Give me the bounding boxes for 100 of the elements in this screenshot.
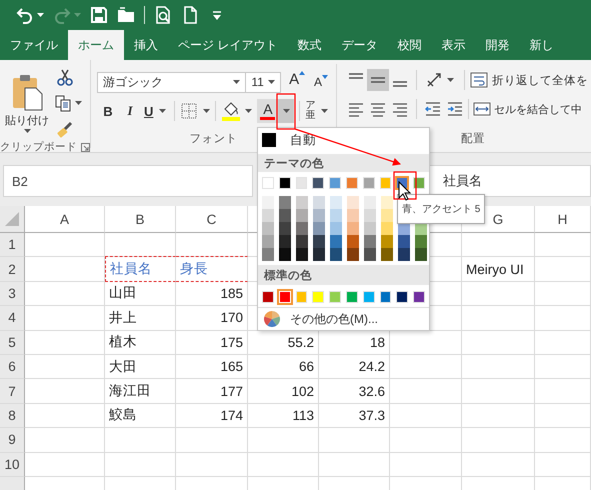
color-swatch[interactable]: [346, 291, 358, 303]
color-swatch[interactable]: [415, 235, 427, 248]
grow-font-button[interactable]: A: [286, 71, 308, 93]
color-swatch[interactable]: [413, 291, 425, 303]
more-colors-option[interactable]: その他の色(M)...: [258, 307, 429, 330]
color-swatch[interactable]: [262, 248, 274, 261]
font-size-field[interactable]: 11: [245, 72, 282, 92]
color-swatch[interactable]: [296, 177, 308, 189]
color-swatch[interactable]: [296, 291, 308, 303]
color-swatch[interactable]: [364, 222, 376, 235]
color-swatch[interactable]: [398, 235, 410, 248]
color-swatch[interactable]: [313, 248, 325, 261]
ribbon-tab[interactable]: ファイル: [0, 30, 68, 60]
row-header[interactable]: 8: [0, 404, 25, 428]
color-swatch[interactable]: [380, 291, 392, 303]
ribbon-tab[interactable]: ページ レイアウト: [168, 30, 288, 60]
color-swatch[interactable]: [313, 222, 325, 235]
automatic-color-option[interactable]: 自動: [258, 128, 429, 152]
row-header[interactable]: 7: [0, 379, 25, 404]
merge-center-button[interactable]: セルを結合して中: [473, 98, 582, 120]
color-swatch[interactable]: [381, 209, 393, 222]
color-swatch[interactable]: [278, 177, 291, 189]
print-preview-button[interactable]: [154, 6, 172, 24]
open-button[interactable]: [117, 6, 135, 24]
color-swatch[interactable]: [347, 196, 359, 209]
color-swatch[interactable]: [296, 222, 308, 235]
color-swatch[interactable]: [347, 235, 359, 248]
column-header[interactable]: C: [176, 206, 248, 233]
color-swatch[interactable]: [364, 209, 376, 222]
color-swatch[interactable]: [347, 248, 359, 261]
color-swatch[interactable]: [312, 177, 324, 189]
row-header[interactable]: 3: [0, 282, 25, 306]
color-swatch[interactable]: [364, 196, 376, 209]
color-swatch[interactable]: [347, 209, 359, 222]
wrap-text-button[interactable]: 折り返して全体を: [470, 69, 588, 91]
color-swatch[interactable]: [279, 222, 291, 235]
row-header[interactable]: 5: [0, 330, 25, 355]
color-swatch[interactable]: [330, 209, 342, 222]
column-header[interactable]: H: [535, 206, 591, 233]
paste-button[interactable]: 貼り付け: [3, 64, 51, 140]
font-color-dropdown-button[interactable]: [278, 99, 294, 123]
color-swatch[interactable]: [279, 196, 291, 209]
color-swatch[interactable]: [330, 222, 342, 235]
ribbon-tab[interactable]: 校閲: [387, 30, 432, 60]
column-header[interactable]: B: [105, 206, 176, 233]
color-swatch[interactable]: [380, 177, 392, 189]
bold-button[interactable]: B: [97, 100, 119, 122]
row-header[interactable]: 4: [0, 306, 25, 331]
color-swatch[interactable]: [330, 248, 342, 261]
color-swatch[interactable]: [381, 196, 393, 209]
row-header[interactable]: 2: [0, 257, 25, 282]
ribbon-tab[interactable]: ホーム: [68, 30, 124, 60]
color-swatch[interactable]: [262, 177, 274, 189]
shrink-font-button[interactable]: A: [310, 71, 332, 93]
italic-button[interactable]: I: [119, 100, 141, 122]
color-swatch[interactable]: [313, 196, 325, 209]
row-header[interactable]: 1: [0, 233, 25, 258]
color-swatch[interactable]: [415, 248, 427, 261]
color-swatch[interactable]: [329, 177, 341, 189]
color-swatch[interactable]: [313, 209, 325, 222]
color-swatch[interactable]: [312, 291, 324, 303]
color-swatch[interactable]: [413, 177, 425, 189]
color-swatch[interactable]: [296, 248, 308, 261]
ribbon-tab[interactable]: 開発: [475, 30, 520, 60]
color-swatch[interactable]: [296, 196, 308, 209]
ribbon-tab[interactable]: 表示: [431, 30, 476, 60]
color-swatch[interactable]: [347, 222, 359, 235]
color-swatch[interactable]: [364, 248, 376, 261]
ribbon-tab[interactable]: 数式: [287, 30, 332, 60]
color-swatch[interactable]: [279, 248, 291, 261]
phonetic-guide-button[interactable]: ア 亜: [305, 100, 328, 122]
color-swatch[interactable]: [381, 222, 393, 235]
name-box[interactable]: B2: [3, 165, 253, 197]
color-swatch[interactable]: [262, 222, 274, 235]
font-color-button[interactable]: A: [257, 99, 278, 123]
color-swatch[interactable]: [364, 235, 376, 248]
color-swatch[interactable]: [362, 291, 375, 303]
color-swatch[interactable]: [262, 209, 274, 222]
ribbon-tab[interactable]: 新し: [519, 30, 564, 60]
color-swatch[interactable]: [330, 196, 342, 209]
color-swatch[interactable]: [279, 209, 291, 222]
color-swatch[interactable]: [346, 177, 358, 189]
color-swatch[interactable]: [262, 291, 274, 303]
font-name-field[interactable]: 游ゴシック: [97, 72, 246, 92]
ribbon-tab[interactable]: データ: [331, 30, 388, 60]
color-swatch[interactable]: [381, 235, 393, 248]
color-swatch[interactable]: [313, 235, 325, 248]
save-button[interactable]: [90, 6, 108, 24]
color-swatch[interactable]: [296, 209, 308, 222]
color-swatch[interactable]: [362, 177, 375, 189]
row-header[interactable]: 6: [0, 354, 25, 380]
row-header[interactable]: 10: [0, 452, 25, 477]
color-swatch[interactable]: [329, 291, 341, 303]
color-swatch[interactable]: [330, 235, 342, 248]
color-swatch[interactable]: [381, 248, 393, 261]
undo-button[interactable]: [16, 6, 44, 24]
color-swatch[interactable]: [396, 291, 408, 303]
new-file-button[interactable]: [181, 6, 199, 24]
underline-button[interactable]: U: [141, 100, 170, 122]
color-swatch[interactable]: [398, 248, 410, 261]
